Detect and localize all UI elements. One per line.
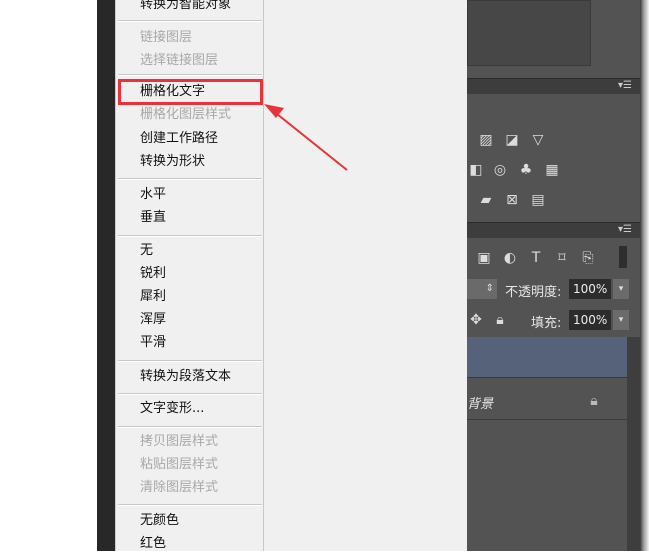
gradient-triangle-icon[interactable]: ▽: [529, 132, 547, 148]
curves-icon[interactable]: ▨: [477, 132, 495, 148]
menu-item: 选择链接图层: [140, 53, 219, 68]
menu-item[interactable]: 转换为段落文本: [140, 366, 231, 388]
fill-label: 填充:: [531, 316, 562, 331]
menu-separator: [118, 235, 262, 237]
menu-item[interactable]: 水平: [140, 184, 166, 206]
blend-mode-select[interactable]: ⇕: [467, 279, 497, 299]
menu-item: 粘贴图层样式: [140, 457, 219, 472]
panel-menu-icon[interactable]: ▾☰: [618, 224, 632, 235]
menu-separator: [118, 74, 262, 76]
menu-item[interactable]: 红色: [140, 533, 166, 555]
fill-input[interactable]: 100%: [569, 310, 611, 330]
menu-separator: [118, 504, 262, 506]
lock-all-icon[interactable]: 🔒︎: [491, 312, 509, 328]
menu-separator: [118, 360, 262, 362]
opacity-input[interactable]: 100%: [569, 279, 611, 299]
highlight-box: [118, 79, 263, 105]
canvas-gutter: [97, 0, 115, 551]
filter-type-icon[interactable]: T: [527, 250, 545, 266]
channel-mixer-icon[interactable]: ♣: [517, 162, 535, 178]
menu-separator: [118, 426, 262, 428]
menu-item[interactable]: 垂直: [140, 207, 166, 229]
right-panels: ▾☰ ▨ ◪ ▽ ◧ ◎ ♣ ▦ ▰ ⊠ ▤ ▾☰ ▣ ◐ T ⌑ ⎘ ⇕ 不透…: [467, 0, 640, 551]
menu-item: 拷贝图层样式: [140, 434, 219, 449]
color-lookup-icon[interactable]: ▦: [543, 162, 561, 178]
filter-shape-icon[interactable]: ⌑: [553, 250, 571, 266]
menu-item[interactable]: 无颜色: [140, 510, 179, 532]
panel-menu-icon[interactable]: ▾☰: [618, 80, 632, 91]
threshold-icon[interactable]: ▰: [477, 192, 495, 208]
lock-position-icon[interactable]: ✥: [467, 312, 485, 328]
menu-item[interactable]: 犀利: [140, 286, 166, 308]
menu-item[interactable]: 文字变形...: [140, 398, 204, 420]
document-page: [0, 0, 97, 551]
opacity-label: 不透明度:: [505, 285, 562, 300]
exposure-icon[interactable]: ◪: [503, 132, 521, 148]
menu-item[interactable]: 转换为形状: [140, 151, 205, 173]
filter-toggle[interactable]: [619, 246, 627, 268]
menu-item[interactable]: 锐利: [140, 263, 166, 285]
menu-item: 栅格化图层样式: [140, 107, 232, 122]
menu-item[interactable]: 转换为智能对象: [140, 0, 231, 16]
filter-adjustment-icon[interactable]: ◐: [501, 250, 519, 266]
gradient-map-icon[interactable]: ▤: [529, 192, 547, 208]
photo-filter-icon[interactable]: ◎: [491, 162, 509, 178]
filter-smart-object-icon[interactable]: ⎘: [579, 250, 597, 266]
layer-row-background[interactable]: 背景 🔒︎: [467, 379, 627, 420]
layers-scrollbar[interactable]: [627, 337, 640, 551]
navigator-preview: [467, 0, 591, 66]
color-balance-icon[interactable]: ◧: [467, 162, 485, 178]
menu-separator: [118, 178, 262, 180]
layer-lock-icon: 🔒︎: [590, 393, 598, 409]
menu-item: 清除图层样式: [140, 480, 219, 495]
fill-dropdown[interactable]: ▾: [613, 310, 629, 330]
adjustments-panel-header: ▾☰: [467, 78, 640, 94]
layer-name: 背景: [467, 397, 494, 412]
filter-pixel-icon[interactable]: ▣: [475, 250, 493, 266]
menu-item[interactable]: 无: [140, 240, 153, 262]
layers-panel-header: ▾☰: [467, 222, 640, 238]
opacity-dropdown[interactable]: ▾: [613, 279, 629, 299]
menu-item: 链接图层: [140, 30, 193, 45]
selective-color-icon[interactable]: ⊠: [503, 192, 521, 208]
menu-item[interactable]: 创建工作路径: [140, 128, 218, 150]
menu-item[interactable]: 平滑: [140, 332, 166, 354]
menu-separator: [118, 20, 262, 22]
window-border: [640, 0, 649, 551]
menu-item[interactable]: 浑厚: [140, 309, 166, 331]
menu-separator: [118, 393, 262, 395]
layer-row-selected[interactable]: [467, 337, 627, 378]
